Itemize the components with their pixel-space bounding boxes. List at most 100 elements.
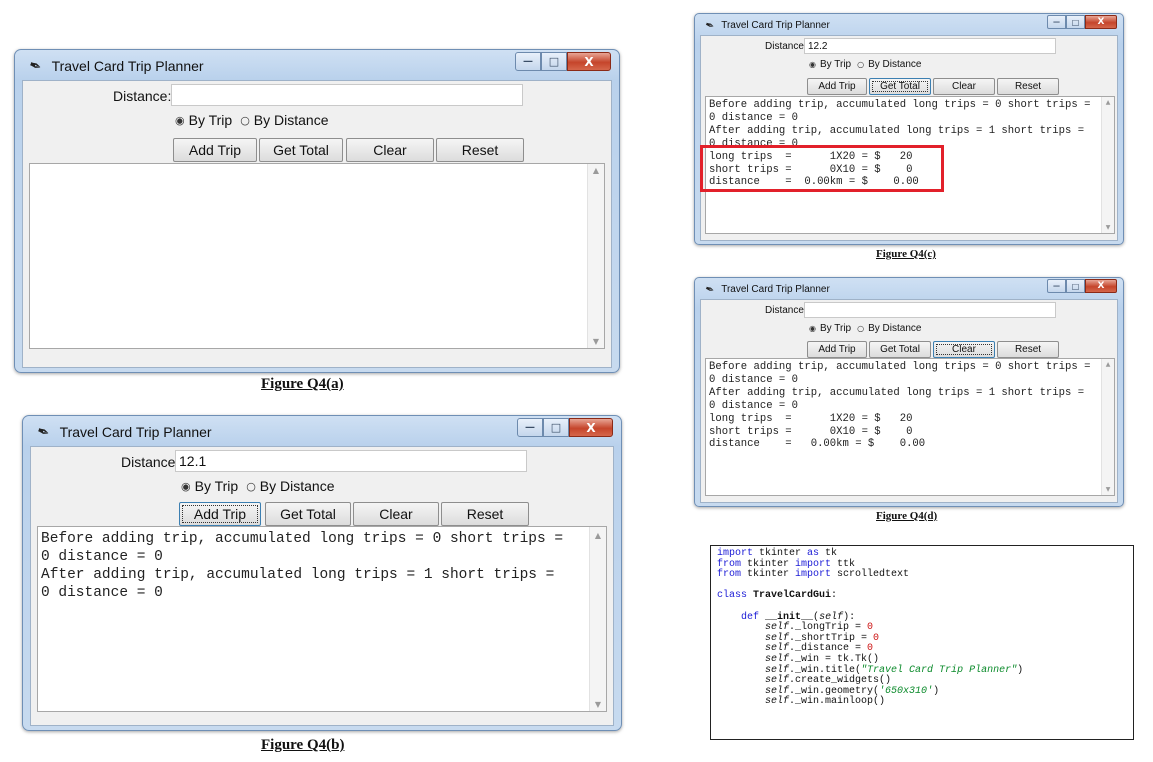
distance-label: Distance: bbox=[121, 454, 180, 470]
radio-selected-icon[interactable]: ◉ bbox=[175, 114, 185, 127]
reset-button[interactable]: Reset bbox=[441, 502, 529, 526]
add-trip-button[interactable]: Add Trip bbox=[807, 341, 867, 358]
by-distance-radio-label[interactable]: By Distance bbox=[868, 59, 921, 70]
vertical-scrollbar[interactable]: ▲ ▼ bbox=[587, 164, 604, 348]
close-button[interactable]: X bbox=[1085, 279, 1117, 293]
figure-caption: Figure Q4(b) bbox=[261, 737, 345, 753]
code-line: from tkinter import scrolledtext bbox=[717, 569, 910, 581]
output-text-area[interactable]: Before adding trip, accumulated long tri… bbox=[37, 526, 607, 712]
radio-unselected-icon[interactable]: ○ bbox=[246, 480, 256, 493]
vertical-scrollbar[interactable]: ▲ ▼ bbox=[589, 527, 606, 711]
get-total-button[interactable]: Get Total bbox=[869, 341, 931, 358]
output-text-area[interactable]: ▲ ▼ bbox=[29, 163, 605, 349]
client-area: Distance: ◉ By Trip ○ By Distance Add Tr… bbox=[700, 299, 1118, 503]
by-distance-radio-label[interactable]: By Distance bbox=[260, 478, 335, 494]
window-figure-c: ✒ Travel Card Trip Planner — □ X Distanc… bbox=[694, 13, 1124, 245]
maximize-button[interactable]: □ bbox=[1066, 15, 1085, 29]
distance-label: Distance: bbox=[765, 41, 807, 52]
window-title: Travel Card Trip Planner bbox=[51, 58, 204, 74]
feather-app-icon: ✒ bbox=[703, 281, 717, 298]
output-line: Before adding trip, accumulated long tri… bbox=[709, 99, 1091, 111]
scroll-down-icon[interactable]: ▼ bbox=[588, 337, 604, 346]
by-trip-radio-label[interactable]: By Trip bbox=[195, 478, 239, 494]
output-line: After adding trip, accumulated long trip… bbox=[709, 386, 1085, 399]
reset-button[interactable]: Reset bbox=[436, 138, 524, 162]
by-trip-radio-label[interactable]: By Trip bbox=[189, 112, 233, 128]
output-line: distance = 0.00km = $ 0.00 bbox=[709, 438, 926, 451]
radio-unselected-icon[interactable]: ○ bbox=[857, 60, 864, 69]
window-figure-b: ✒ Travel Card Trip Planner — □ X Distanc… bbox=[22, 415, 622, 731]
client-area: Distance: ◉ By Trip ○ By Distance Add Tr… bbox=[22, 80, 612, 368]
radio-selected-icon[interactable]: ◉ bbox=[181, 480, 191, 493]
add-trip-button[interactable]: Add Trip bbox=[179, 502, 261, 526]
by-distance-radio-label[interactable]: By Distance bbox=[254, 112, 329, 128]
close-button[interactable]: X bbox=[567, 52, 611, 71]
get-total-button[interactable]: Get Total bbox=[869, 78, 931, 95]
vertical-scrollbar[interactable]: ▲ ▼ bbox=[1101, 97, 1114, 233]
scroll-down-icon[interactable]: ▼ bbox=[1102, 224, 1114, 231]
minimize-button[interactable]: — bbox=[517, 418, 543, 437]
code-listing: import tkinter as tk from tkinter import… bbox=[710, 545, 1134, 740]
distance-label: Distance: bbox=[765, 305, 807, 316]
window-title: Travel Card Trip Planner bbox=[721, 20, 830, 31]
output-line: 0 distance = 0 bbox=[41, 549, 163, 565]
radio-selected-icon[interactable]: ◉ bbox=[809, 324, 816, 333]
client-area: Distance: 12.1 ◉ By Trip ○ By Distance A… bbox=[30, 446, 614, 726]
maximize-button[interactable]: □ bbox=[541, 52, 567, 71]
window-title: Travel Card Trip Planner bbox=[721, 284, 830, 295]
add-trip-button[interactable]: Add Trip bbox=[807, 78, 867, 95]
client-area: Distance: 12.2 ◉ By Trip ○ By Distance A… bbox=[700, 35, 1118, 241]
minimize-button[interactable]: — bbox=[515, 52, 541, 71]
distance-input[interactable]: 12.2 bbox=[804, 38, 1056, 54]
output-line: Before adding trip, accumulated long tri… bbox=[41, 531, 564, 547]
clear-button[interactable]: Clear bbox=[933, 78, 995, 95]
output-text-area[interactable]: Before adding trip, accumulated long tri… bbox=[705, 358, 1115, 496]
feather-app-icon: ✒ bbox=[34, 421, 53, 443]
feather-app-icon: ✒ bbox=[703, 17, 717, 34]
get-total-button[interactable]: Get Total bbox=[265, 502, 351, 526]
radio-unselected-icon[interactable]: ○ bbox=[857, 324, 864, 333]
vertical-scrollbar[interactable]: ▲ ▼ bbox=[1101, 359, 1114, 495]
figure-caption: Figure Q4(d) bbox=[876, 510, 938, 522]
output-line: 0 distance = 0 bbox=[709, 373, 799, 386]
minimize-button[interactable]: — bbox=[1047, 15, 1066, 29]
maximize-button[interactable]: □ bbox=[543, 418, 569, 437]
window-figure-d: ✒ Travel Card Trip Planner — □ X Distanc… bbox=[694, 277, 1124, 507]
output-line: After adding trip, accumulated long trip… bbox=[709, 124, 1085, 137]
code-line: self._win.mainloop() bbox=[765, 696, 886, 708]
reset-button[interactable]: Reset bbox=[997, 341, 1059, 358]
distance-input[interactable] bbox=[804, 302, 1056, 318]
by-distance-radio-label[interactable]: By Distance bbox=[868, 323, 921, 334]
scroll-down-icon[interactable]: ▼ bbox=[1102, 486, 1114, 493]
by-trip-radio-label[interactable]: By Trip bbox=[820, 59, 851, 70]
distance-input[interactable] bbox=[171, 84, 523, 106]
distance-label: Distance: bbox=[113, 88, 172, 104]
radio-selected-icon[interactable]: ◉ bbox=[809, 60, 816, 69]
scroll-up-icon[interactable]: ▲ bbox=[588, 166, 604, 175]
by-trip-radio-label[interactable]: By Trip bbox=[820, 323, 851, 334]
output-line: 0 distance = 0 bbox=[709, 111, 799, 124]
scroll-up-icon[interactable]: ▲ bbox=[1102, 361, 1114, 368]
clear-button[interactable]: Clear bbox=[933, 341, 995, 358]
minimize-button[interactable]: — bbox=[1047, 279, 1066, 293]
clear-button[interactable]: Clear bbox=[353, 502, 439, 526]
close-button[interactable]: X bbox=[569, 418, 613, 437]
output-line: short trips = 0X10 = $ 0 bbox=[709, 425, 913, 438]
scroll-up-icon[interactable]: ▲ bbox=[590, 531, 606, 540]
output-line: After adding trip, accumulated long trip… bbox=[41, 567, 555, 583]
distance-input[interactable]: 12.1 bbox=[175, 450, 527, 472]
scroll-up-icon[interactable]: ▲ bbox=[1102, 99, 1114, 106]
scroll-down-icon[interactable]: ▼ bbox=[590, 700, 606, 709]
reset-button[interactable]: Reset bbox=[997, 78, 1059, 95]
maximize-button[interactable]: □ bbox=[1066, 279, 1085, 293]
highlight-box bbox=[700, 145, 944, 192]
clear-button[interactable]: Clear bbox=[346, 138, 434, 162]
figure-caption: Figure Q4(a) bbox=[261, 376, 344, 392]
output-line: long trips = 1X20 = $ 20 bbox=[709, 412, 913, 425]
add-trip-button[interactable]: Add Trip bbox=[173, 138, 257, 162]
window-figure-a: ✒ Travel Card Trip Planner — □ X Distanc… bbox=[14, 49, 620, 373]
code-line: class TravelCardGui: bbox=[717, 590, 838, 602]
get-total-button[interactable]: Get Total bbox=[259, 138, 343, 162]
close-button[interactable]: X bbox=[1085, 15, 1117, 29]
radio-unselected-icon[interactable]: ○ bbox=[240, 114, 250, 127]
